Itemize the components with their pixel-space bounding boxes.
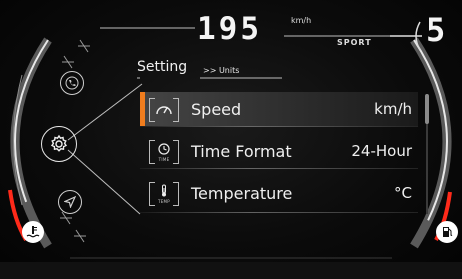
- navigation-arrow-icon: [64, 196, 76, 208]
- settings-row-temperature[interactable]: TEMP Temperature °C: [140, 176, 418, 210]
- temp-icon-frame: TEMP: [149, 181, 179, 206]
- row-divider: [140, 212, 418, 213]
- fuel-pump-icon: [443, 227, 453, 237]
- speed-unit: km/h: [291, 16, 312, 25]
- coolant-temperature-icon: [26, 226, 40, 238]
- setting-label: Speed: [191, 99, 242, 119]
- scrollbar-thumb[interactable]: [425, 94, 429, 124]
- speedometer-icon: [156, 106, 172, 115]
- setting-value: °C: [394, 184, 412, 202]
- phone-icon: [65, 76, 79, 90]
- settings-menu-button[interactable]: [41, 126, 77, 162]
- settings-row-time-format[interactable]: TIME Time Format 24-Hour: [140, 134, 418, 168]
- clock-icon: [158, 142, 170, 155]
- time-icon-caption: TIME: [158, 157, 170, 162]
- navigation-menu-button[interactable]: [58, 190, 82, 214]
- setting-label: Time Format: [191, 141, 292, 161]
- gear-indicator: 5: [426, 11, 446, 49]
- setting-value: 24-Hour: [351, 142, 412, 160]
- bottom-bar: [0, 262, 462, 279]
- phone-menu-button[interactable]: [60, 71, 84, 95]
- temp-icon-caption: TEMP: [157, 199, 171, 204]
- setting-label: Temperature: [191, 183, 293, 203]
- engine-temp-indicator: [22, 221, 44, 243]
- setting-value: km/h: [374, 100, 412, 118]
- speed-icon-frame: [149, 97, 179, 122]
- speed-readout: 195: [197, 11, 262, 47]
- menu-title: Setting: [137, 59, 188, 75]
- thermometer-icon: [162, 184, 166, 197]
- selection-accent: [140, 92, 145, 126]
- row-divider: [140, 168, 418, 169]
- settings-row-speed[interactable]: Speed km/h: [140, 92, 418, 126]
- fuel-level-indicator: [436, 221, 458, 243]
- breadcrumb: >> Units: [203, 66, 240, 75]
- gear-icon: [50, 134, 68, 152]
- drive-mode-label: SPORT: [337, 38, 372, 47]
- row-divider: [140, 126, 418, 127]
- instrument-cluster: 195 km/h SPORT 5 Setting >> Units Speed …: [0, 0, 462, 279]
- time-icon-frame: TIME: [149, 139, 179, 164]
